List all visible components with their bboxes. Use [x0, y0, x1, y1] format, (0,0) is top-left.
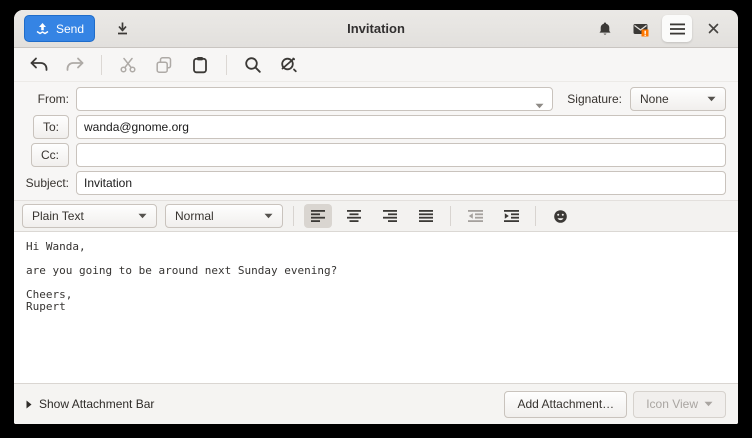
save-draft-icon — [115, 21, 130, 36]
mail-warning-icon — [632, 21, 650, 37]
cut-button[interactable] — [115, 52, 141, 78]
redo-icon — [65, 57, 85, 73]
signature-dropdown[interactable]: None — [630, 87, 726, 111]
cc-input[interactable] — [76, 143, 726, 167]
subject-row: Subject: — [14, 169, 732, 197]
align-left-icon — [311, 210, 325, 222]
notifications-button[interactable] — [590, 15, 620, 42]
indent-button[interactable] — [497, 204, 525, 228]
subject-input[interactable] — [76, 171, 726, 195]
cc-button-cell: Cc: — [14, 143, 76, 167]
search-button[interactable] — [240, 52, 266, 78]
attachment-bar: Show Attachment Bar Add Attachment… Icon… — [14, 383, 738, 424]
chevron-down-icon — [138, 213, 147, 219]
attachment-expander-label: Show Attachment Bar — [39, 397, 154, 411]
to-button-cell: To: — [14, 115, 76, 139]
send-button-label: Send — [56, 22, 84, 36]
bell-icon — [597, 21, 613, 37]
from-label: From: — [14, 92, 76, 106]
to-row: To: — [14, 113, 732, 141]
close-button[interactable] — [698, 15, 728, 42]
attachment-expander[interactable]: Show Attachment Bar — [26, 397, 154, 411]
indent-icon — [504, 210, 519, 222]
mail-security-button[interactable] — [626, 15, 656, 42]
redo-button[interactable] — [62, 52, 88, 78]
outdent-button[interactable] — [461, 204, 489, 228]
justify-button[interactable] — [412, 204, 440, 228]
align-left-button[interactable] — [304, 204, 332, 228]
from-row: From: Signature: None — [14, 85, 732, 113]
signature-value: None — [640, 92, 669, 106]
message-body-editor[interactable]: Hi Wanda, are you going to be around nex… — [14, 232, 738, 383]
attachment-view-label: Icon View — [646, 397, 698, 411]
cut-icon — [119, 56, 137, 74]
signature-label: Signature: — [567, 92, 622, 106]
headerbar: Invitation Send — [14, 10, 738, 48]
align-center-button[interactable] — [340, 204, 368, 228]
format-toolbar: Plain Text Normal — [14, 200, 738, 232]
add-attachment-button[interactable]: Add Attachment… — [504, 391, 627, 418]
format-separator — [293, 206, 294, 226]
emoji-icon — [553, 209, 568, 224]
chevron-down-icon — [264, 213, 273, 219]
envelope-fields: From: Signature: None To: — [14, 82, 738, 200]
to-button[interactable]: To: — [33, 115, 69, 139]
format-separator — [535, 206, 536, 226]
attachment-view-dropdown[interactable]: Icon View — [633, 391, 726, 418]
find-replace-icon — [279, 56, 299, 74]
undo-button[interactable] — [26, 52, 52, 78]
editing-mode-dropdown[interactable]: Plain Text — [22, 204, 157, 228]
edit-toolbar — [14, 48, 738, 82]
search-icon — [244, 56, 262, 74]
chevron-down-icon — [707, 96, 716, 102]
editing-mode-value: Plain Text — [32, 209, 84, 223]
align-right-button[interactable] — [376, 204, 404, 228]
cc-button[interactable]: Cc: — [31, 143, 69, 167]
align-center-icon — [347, 210, 361, 222]
outdent-icon — [468, 210, 483, 222]
paste-button[interactable] — [187, 52, 213, 78]
expander-triangle-icon — [26, 400, 32, 409]
toolbar-separator — [226, 55, 227, 75]
undo-icon — [29, 57, 49, 73]
desktop-background: Invitation Send — [0, 0, 752, 438]
toolbar-separator — [101, 55, 102, 75]
close-icon — [708, 23, 719, 34]
find-replace-button[interactable] — [276, 52, 302, 78]
attachment-actions: Add Attachment… Icon View — [504, 391, 726, 418]
from-combobox[interactable] — [76, 87, 553, 111]
save-draft-button[interactable] — [107, 15, 137, 42]
subject-label: Subject: — [14, 176, 76, 190]
align-right-icon — [383, 210, 397, 222]
paste-icon — [192, 56, 208, 74]
paragraph-style-value: Normal — [175, 209, 214, 223]
emoji-button[interactable] — [546, 204, 574, 228]
justify-icon — [419, 210, 433, 222]
cc-row: Cc: — [14, 141, 732, 169]
copy-icon — [155, 56, 173, 74]
format-separator — [450, 206, 451, 226]
send-icon — [35, 22, 50, 35]
hamburger-icon — [670, 23, 685, 35]
from-input[interactable] — [76, 87, 553, 111]
composer-window: Invitation Send — [14, 10, 738, 424]
send-button[interactable]: Send — [24, 15, 95, 42]
paragraph-style-dropdown[interactable]: Normal — [165, 204, 283, 228]
menu-button[interactable] — [662, 15, 692, 42]
chevron-down-icon — [704, 401, 713, 407]
copy-button[interactable] — [151, 52, 177, 78]
to-input[interactable] — [76, 115, 726, 139]
